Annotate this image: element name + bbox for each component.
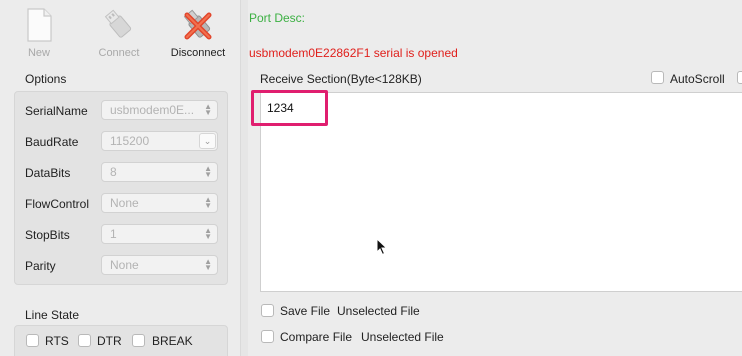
new-file-icon: [27, 8, 52, 42]
databits-select[interactable]: 8 ▲ ▼: [101, 162, 218, 182]
flowcontrol-select[interactable]: None ▲ ▼: [101, 193, 218, 213]
parity-value: None: [110, 258, 139, 272]
option-row-stopbits: StopBits 1 ▲ ▼: [25, 224, 220, 246]
break-checkbox[interactable]: [132, 334, 145, 347]
panel-divider[interactable]: [240, 0, 248, 356]
status-message: usbmodem0E22862F1 serial is opened: [249, 46, 458, 60]
databits-label: DataBits: [25, 166, 71, 180]
compare-file-status: Unselected File: [361, 330, 444, 344]
connect-button[interactable]: Connect: [84, 8, 154, 59]
option-row-serialname: SerialName usbmodem0E... ▲ ▼: [25, 100, 220, 122]
rts-checkbox[interactable]: [26, 334, 39, 347]
chevron-down-icon[interactable]: ⌄: [199, 133, 216, 149]
databits-value: 8: [110, 165, 117, 179]
new-button[interactable]: New: [4, 8, 74, 59]
rts-label: RTS: [45, 334, 69, 348]
port-desc-label: Port Desc:: [249, 11, 306, 25]
options-title: Options: [25, 72, 67, 86]
flowcontrol-label: FlowControl: [25, 197, 90, 211]
dtr-checkbox[interactable]: [78, 334, 91, 347]
mouse-cursor-icon: [376, 238, 388, 256]
compare-file-checkbox[interactable]: [261, 330, 274, 343]
receive-section-title: Receive Section(Byte<128KB): [260, 72, 422, 86]
autoscroll-checkbox[interactable]: [651, 71, 664, 84]
option-row-flowcontrol: FlowControl None ▲ ▼: [25, 193, 220, 215]
parity-select[interactable]: None ▲ ▼: [101, 255, 218, 275]
baudrate-value: 115200: [110, 134, 150, 148]
option-row-baudrate: BaudRate 115200 ⌄: [25, 131, 220, 153]
save-file-status: Unselected File: [337, 304, 420, 318]
connect-label: Connect: [98, 47, 140, 59]
stopbits-select[interactable]: 1 ▲ ▼: [101, 224, 218, 244]
autoscroll-label: AutoScroll: [670, 72, 725, 86]
parity-label: Parity: [25, 259, 56, 273]
compare-file-label: Compare File: [280, 330, 353, 344]
stepper-arrows-icon: ▲ ▼: [204, 102, 212, 117]
serialname-label: SerialName: [25, 104, 88, 118]
usb-icon: [104, 9, 132, 38]
disconnect-button[interactable]: Disconnect: [163, 8, 233, 59]
options-panel: SerialName usbmodem0E... ▲ ▼ BaudRate 115…: [14, 91, 228, 285]
stopbits-value: 1: [110, 227, 117, 241]
serialname-select[interactable]: usbmodem0E... ▲ ▼: [101, 100, 218, 120]
stepper-arrows-icon: ▲ ▼: [204, 195, 212, 210]
disconnect-label: Disconnect: [170, 47, 226, 59]
flowcontrol-value: None: [110, 196, 139, 210]
baudrate-label: BaudRate: [25, 135, 79, 149]
new-label: New: [27, 47, 50, 59]
save-file-checkbox[interactable]: [261, 304, 274, 317]
option-row-databits: DataBits 8 ▲ ▼: [25, 162, 220, 184]
option-row-parity: Parity None ▲ ▼: [25, 255, 220, 277]
stopbits-label: StopBits: [25, 228, 70, 242]
receive-text-area[interactable]: [260, 92, 742, 292]
extra-checkbox[interactable]: [737, 71, 742, 84]
stepper-arrows-icon: ▲ ▼: [204, 164, 212, 179]
stepper-arrows-icon: ▲ ▼: [204, 257, 212, 272]
stepper-arrows-icon: ▲ ▼: [204, 226, 212, 241]
highlight-box: [251, 90, 328, 126]
save-file-label: Save File: [280, 304, 331, 318]
line-state-title: Line State: [25, 308, 80, 322]
disconnect-icon: [183, 9, 212, 40]
dtr-label: DTR: [97, 334, 122, 348]
baudrate-select[interactable]: 115200 ⌄: [101, 131, 218, 151]
serialname-value: usbmodem0E...: [110, 103, 195, 117]
break-label: BREAK: [152, 334, 193, 348]
